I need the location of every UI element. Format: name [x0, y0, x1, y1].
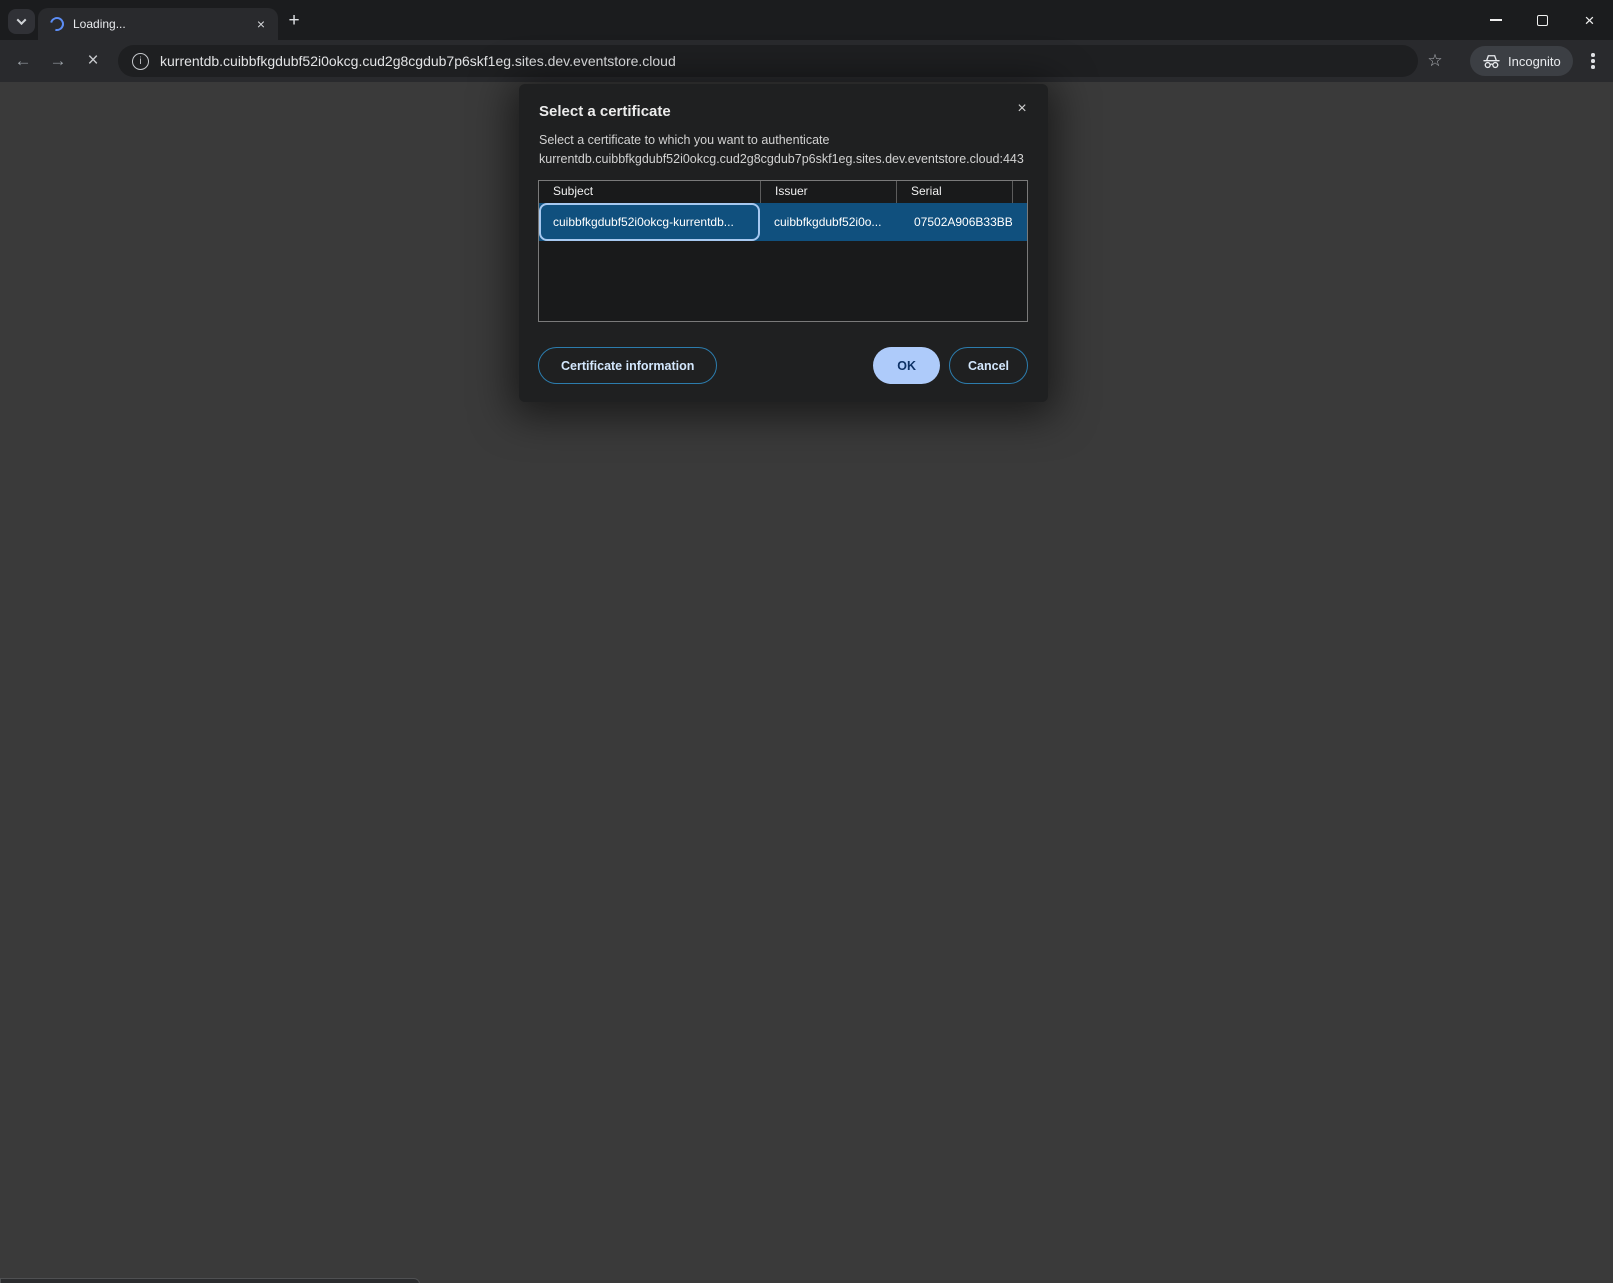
- maximize-icon: [1537, 15, 1548, 26]
- toolbar: ← → × i kurrentdb.cuibbfkgdubf52i0okcg.c…: [0, 40, 1613, 82]
- dialog-close-icon[interactable]: ×: [1012, 99, 1032, 119]
- incognito-label: Incognito: [1508, 54, 1561, 69]
- tab-search-button[interactable]: [8, 9, 35, 34]
- tab-title: Loading...: [73, 17, 252, 31]
- back-button[interactable]: ←: [10, 48, 36, 74]
- tab-strip: Loading... × + ×: [0, 0, 1613, 40]
- certificate-table: Subject Issuer Serial cuibbfkgdubf52i0ok…: [538, 180, 1028, 322]
- window-close-button[interactable]: ×: [1566, 0, 1613, 40]
- browser-window: Loading... × + × ← → × i kurrentdb.cuibb…: [0, 0, 1613, 1283]
- tab-close-icon[interactable]: ×: [252, 15, 270, 33]
- minimize-button[interactable]: [1472, 0, 1519, 40]
- certificate-row-selected[interactable]: cuibbfkgdubf52i0okcg-kurrentdb... cuibbf…: [539, 203, 1027, 241]
- tab-loading[interactable]: Loading... ×: [38, 8, 278, 40]
- window-close-icon: ×: [1585, 12, 1595, 29]
- cell-subject[interactable]: cuibbfkgdubf52i0okcg-kurrentdb...: [539, 203, 760, 241]
- cancel-button[interactable]: Cancel: [949, 347, 1028, 384]
- certificate-information-button[interactable]: Certificate information: [538, 347, 717, 384]
- incognito-badge: Incognito: [1470, 46, 1573, 76]
- menu-dot-icon: [1591, 53, 1595, 57]
- menu-dot-icon: [1591, 65, 1595, 69]
- column-header-subject: Subject: [539, 181, 760, 203]
- cell-serial[interactable]: 07502A906B33BBA...: [896, 215, 1012, 229]
- forward-button[interactable]: →: [45, 48, 71, 74]
- column-header-spacer: [1012, 181, 1027, 203]
- select-certificate-dialog: Select a certificate × Select a certific…: [519, 84, 1048, 402]
- minimize-icon: [1490, 19, 1502, 21]
- chevron-down-icon: [17, 15, 27, 25]
- bookmark-star-icon[interactable]: ☆: [1422, 48, 1448, 74]
- url-text: kurrentdb.cuibbfkgdubf52i0okcg.cud2g8cgd…: [160, 53, 676, 69]
- loading-spinner-icon: [47, 14, 66, 33]
- site-info-icon[interactable]: i: [132, 53, 149, 70]
- maximize-button[interactable]: [1519, 0, 1566, 40]
- dialog-description-line1: Select a certificate to which you want t…: [539, 131, 1028, 150]
- dialog-description-line2: kurrentdb.cuibbfkgdubf52i0okcg.cud2g8cgd…: [539, 150, 1028, 169]
- new-tab-button[interactable]: +: [283, 10, 305, 32]
- address-bar[interactable]: i kurrentdb.cuibbfkgdubf52i0okcg.cud2g8c…: [118, 45, 1418, 77]
- page-content: Select a certificate × Select a certific…: [0, 82, 1613, 1283]
- window-controls: ×: [1472, 0, 1613, 40]
- menu-dot-icon: [1591, 59, 1595, 63]
- dialog-title: Select a certificate: [539, 103, 1008, 120]
- dialog-actions: Certificate information OK Cancel: [538, 347, 1028, 384]
- cell-issuer[interactable]: cuibbfkgdubf52i0o...: [760, 215, 896, 229]
- stop-loading-button[interactable]: ×: [80, 48, 106, 74]
- dialog-description: Select a certificate to which you want t…: [539, 131, 1028, 169]
- column-header-issuer: Issuer: [760, 181, 896, 203]
- status-bubble: kurrentdb.cuibbfkgdubf52i0okcg.cud2g8cgd…: [0, 1278, 420, 1283]
- column-header-serial: Serial: [896, 181, 1012, 203]
- incognito-icon: [1482, 54, 1501, 69]
- browser-menu-button[interactable]: [1580, 48, 1606, 74]
- certificate-table-header: Subject Issuer Serial: [539, 181, 1027, 203]
- ok-button[interactable]: OK: [873, 347, 940, 384]
